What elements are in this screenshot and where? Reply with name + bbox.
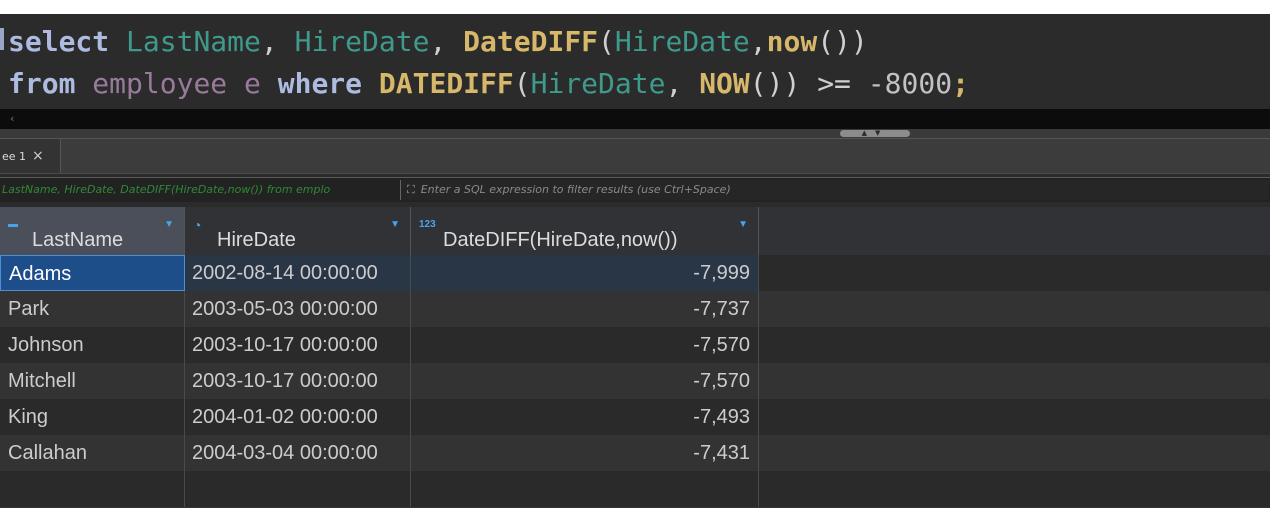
sort-icon[interactable]: ▼: [164, 219, 174, 230]
sql-token: HireDate: [614, 25, 750, 58]
sql-token: e: [244, 67, 278, 100]
results-tab-bar: ee 1 ×: [0, 139, 1270, 174]
column-header-label: HireDate: [217, 229, 296, 251]
sql-token: NOW: [699, 67, 750, 100]
column-header-datediff[interactable]: 123 DateDIFF(HireDate,now()) ▼: [411, 207, 759, 255]
table-row[interactable]: Johnson 2003-10-17 00:00:00 -7,570: [0, 327, 1270, 363]
sql-token: select: [8, 25, 127, 58]
table-row[interactable]: Adams 2002-08-14 00:00:00 -7,999: [0, 255, 1270, 291]
sql-token: (: [513, 67, 531, 100]
sql-token: now: [766, 25, 818, 58]
sql-line-2[interactable]: from employee e where DATEDIFF(HireDate,…: [8, 64, 969, 104]
cell-datediff[interactable]: -7,493: [411, 399, 759, 435]
sql-token: employee: [92, 67, 245, 100]
panel-splitter[interactable]: ▲▼: [0, 129, 1270, 139]
tab-results[interactable]: ee 1 ×: [0, 139, 61, 173]
cell-datediff[interactable]: -7,570: [411, 363, 759, 399]
number-type-icon: 123: [419, 219, 436, 230]
text-type-icon: ▬: [8, 219, 18, 230]
column-header-hiredate[interactable]: ◔ HireDate ▼: [185, 207, 411, 255]
sql-token: LastName: [126, 25, 261, 58]
sql-token: ()): [817, 25, 868, 58]
table-row[interactable]: Park 2003-05-03 00:00:00 -7,737: [0, 291, 1270, 327]
table-row[interactable]: Callahan 2004-03-04 00:00:00 -7,431: [0, 435, 1270, 471]
grid-header: ▬ LastName ▼ ◔ HireDate ▼ 123 DateDIFF(H…: [0, 207, 1270, 256]
sql-token: DATEDIFF: [378, 67, 514, 100]
results-grid[interactable]: ▬ LastName ▼ ◔ HireDate ▼ 123 DateDIFF(H…: [0, 207, 1270, 508]
cell-hiredate[interactable]: 2004-03-04 00:00:00: [185, 435, 411, 471]
sql-token: HireDate: [294, 25, 430, 58]
cell-datediff[interactable]: -7,570: [411, 327, 759, 363]
cell-hiredate[interactable]: 2003-10-17 00:00:00: [185, 327, 411, 363]
clock-icon: ◔: [193, 217, 202, 233]
cell-hiredate[interactable]: 2003-10-17 00:00:00: [185, 363, 411, 399]
cell-datediff[interactable]: [411, 471, 759, 507]
scroll-left-icon[interactable]: ‹: [10, 109, 14, 129]
sql-token: ()) >=: [749, 67, 868, 100]
filter-bar: LastName, HireDate, DateDIFF(HireDate,no…: [0, 177, 1270, 203]
sql-token: ;: [952, 67, 969, 100]
filter-input[interactable]: ⛶ Enter a SQL expression to filter result…: [400, 180, 1269, 200]
splitter-handle[interactable]: ▲▼: [840, 130, 910, 137]
sql-token: from: [8, 67, 93, 100]
row-filler: [759, 291, 1270, 327]
sort-icon[interactable]: ▼: [738, 219, 748, 230]
cell-hiredate[interactable]: [185, 471, 411, 507]
current-line-marker: [0, 28, 4, 50]
row-filler: [759, 471, 1270, 507]
sql-token: ,: [749, 25, 767, 58]
sql-token: HireDate: [530, 67, 666, 100]
filter-placeholder: Enter a SQL expression to filter results…: [420, 183, 731, 196]
cell-datediff[interactable]: -7,737: [411, 291, 759, 327]
sql-token: ,: [260, 25, 295, 58]
row-filler: [759, 255, 1270, 291]
cell-lastname[interactable]: Johnson: [0, 327, 185, 363]
tab-results-label: ee 1: [2, 149, 27, 163]
cell-lastname[interactable]: King: [0, 399, 185, 435]
sql-token: ,: [429, 25, 464, 58]
sql-token: where: [277, 67, 379, 100]
sort-icon[interactable]: ▼: [390, 219, 400, 230]
row-filler: [759, 327, 1270, 363]
sql-token: (: [598, 25, 615, 58]
sql-token: -8000: [867, 67, 953, 100]
sql-editor[interactable]: select LastName, HireDate, DateDIFF(Hire…: [0, 14, 1270, 107]
sql-token: ,: [665, 67, 700, 100]
sql-line-1[interactable]: select LastName, HireDate, DateDIFF(Hire…: [8, 22, 868, 62]
table-row[interactable]: Mitchell 2003-10-17 00:00:00 -7,570: [0, 363, 1270, 399]
column-header-lastname[interactable]: ▬ LastName ▼: [0, 207, 185, 255]
cell-lastname[interactable]: Callahan: [0, 435, 185, 471]
close-icon[interactable]: ×: [32, 148, 44, 164]
row-filler: [759, 435, 1270, 471]
column-header-label: DateDIFF(HireDate,now()): [443, 229, 678, 251]
filter-icon: ⛶: [407, 183, 415, 196]
column-header-label: LastName: [32, 229, 124, 251]
query-text-label: LastName, HireDate, DateDIFF(HireDate,no…: [2, 183, 331, 196]
cell-lastname[interactable]: Park: [0, 291, 185, 327]
cell-datediff[interactable]: -7,999: [411, 255, 759, 291]
cell-hiredate[interactable]: 2002-08-14 00:00:00: [185, 255, 411, 291]
cell-hiredate[interactable]: 2004-01-02 00:00:00: [185, 399, 411, 435]
editor-horizontal-scrollbar[interactable]: ‹: [0, 109, 1270, 129]
cell-lastname[interactable]: Adams: [0, 255, 185, 291]
empty-row[interactable]: [0, 471, 1270, 507]
sql-token: DateDIFF: [463, 25, 599, 58]
row-filler: [759, 399, 1270, 435]
cell-hiredate[interactable]: 2003-05-03 00:00:00: [185, 291, 411, 327]
table-row[interactable]: King 2004-01-02 00:00:00 -7,493: [0, 399, 1270, 435]
dbeaver-window: select LastName, HireDate, DateDIFF(Hire…: [0, 14, 1270, 508]
cell-lastname[interactable]: [0, 471, 185, 507]
cell-lastname[interactable]: Mitchell: [0, 363, 185, 399]
cell-datediff[interactable]: -7,431: [411, 435, 759, 471]
row-filler: [759, 363, 1270, 399]
